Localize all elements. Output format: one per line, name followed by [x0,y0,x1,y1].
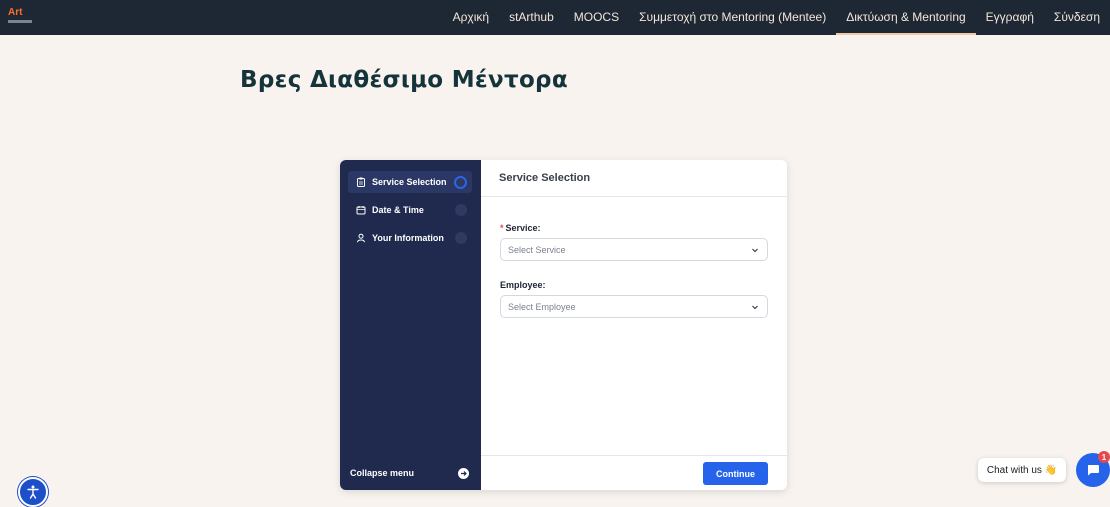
employee-select-placeholder: Select Employee [508,301,576,312]
main-nav: Αρχική stArthub MOOCS Συμμετοχή στο Ment… [443,0,1110,35]
logo-text: Art [8,7,23,18]
collapse-menu-label: Collapse menu [350,468,415,478]
nav-item-register[interactable]: Εγγραφή [976,0,1044,35]
step-label: Service Selection [372,177,447,187]
chat-icon [1088,465,1099,476]
section-heading: Service Selection [481,160,787,197]
user-icon [357,233,365,243]
top-navbar: Art Αρχική stArthub MOOCS Συμμετοχή στο … [0,0,1110,35]
booking-main-panel: Service Selection * Service: Select Servi… [481,160,787,490]
step-label: Date & Time [372,205,424,215]
nav-item-login[interactable]: Σύνδεση [1044,0,1110,35]
accessibility-button[interactable] [18,477,48,507]
step-status-indicator [454,175,467,189]
booking-footer: Continue [481,455,787,490]
page-title: Βρες Διαθέσιμο Μέντορα [240,67,568,93]
employee-select[interactable]: Select Employee [500,295,768,318]
nav-item-mentee[interactable]: Συμμετοχή στο Mentoring (Mentee) [629,0,836,35]
site-logo[interactable]: Art [8,8,36,24]
chevron-down-icon [752,305,758,309]
required-mark: * [500,223,504,233]
step-service-selection[interactable]: Service Selection [348,171,472,193]
booking-sidebar: Service Selection Date & Time Your Infor… [340,160,481,490]
step-date-time[interactable]: Date & Time [348,199,472,221]
clipboard-icon [357,177,365,187]
chat-greeting-bubble[interactable]: Chat with us 👋 [978,458,1066,482]
booking-widget: Service Selection Date & Time Your Infor… [340,160,787,490]
service-label: * Service: [500,223,541,233]
accessibility-icon [27,485,39,499]
nav-item-moocs[interactable]: MOOCS [564,0,629,35]
service-select[interactable]: Select Service [500,238,768,261]
employee-label: Employee: [500,280,546,290]
step-status-indicator [455,204,467,216]
chevron-down-icon [752,248,758,252]
service-label-text: Service: [505,223,541,233]
nav-item-starthub[interactable]: stArthub [499,0,564,35]
arrow-right-icon [458,467,469,479]
logo-tagline-bar [8,20,32,23]
nav-item-home[interactable]: Αρχική [443,0,499,35]
continue-button[interactable]: Continue [703,462,768,485]
service-select-placeholder: Select Service [508,244,566,255]
step-status-indicator [455,232,467,244]
unread-badge: 1 [1098,451,1110,463]
step-your-information[interactable]: Your Information [348,227,472,249]
calendar-icon [356,206,366,215]
collapse-menu-button[interactable]: Collapse menu [340,456,481,490]
step-label: Your Information [372,233,444,243]
nav-item-networking[interactable]: Δικτύωση & Mentoring [836,0,977,35]
